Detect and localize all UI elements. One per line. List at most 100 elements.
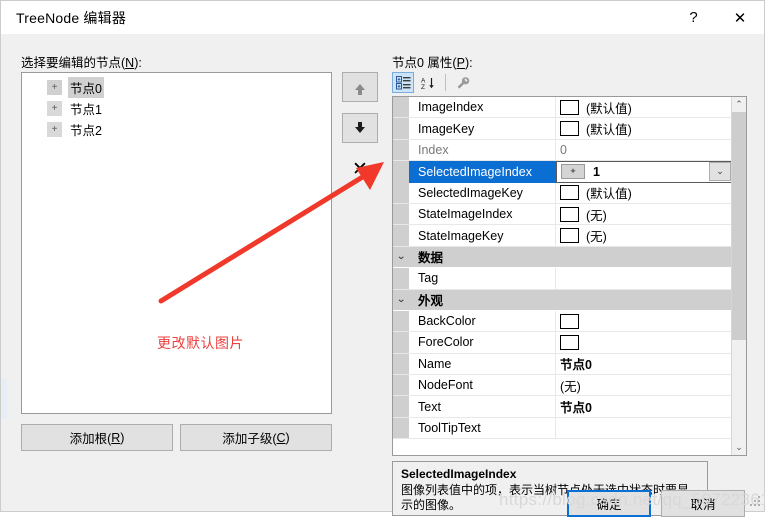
row-gutter [393, 375, 409, 396]
description-title: SelectedImageIndex [401, 467, 517, 481]
property-value-cell[interactable] [556, 311, 732, 331]
property-row-forecolor[interactable]: ForeColor [393, 332, 732, 354]
tree-node-2[interactable]: + 节点2 [47, 119, 331, 140]
tree-node-label: 节点2 [70, 124, 102, 138]
property-value-cell[interactable]: (无) [556, 225, 732, 245]
property-row-text[interactable]: Text 节点0 [393, 396, 732, 418]
property-name: Index [409, 139, 556, 161]
category-name: 数据 [409, 246, 732, 268]
title-bar-buttons: ? ✕ [671, 1, 764, 34]
property-category-data[interactable]: ⌄ 数据 [393, 246, 732, 269]
property-row-selectedimagekey[interactable]: SelectedImageKey (默认值) [393, 182, 732, 204]
property-value-cell[interactable] [556, 332, 732, 352]
wrench-properties-icon[interactable] [452, 72, 474, 93]
category-name: 外观 [409, 289, 732, 310]
property-row-stateimageindex[interactable]: StateImageIndex (无) [393, 203, 732, 226]
property-value: 节点0 [560, 358, 592, 373]
property-value-cell[interactable]: (默认值) [556, 183, 732, 203]
tree-node-0[interactable]: + 节点0 [47, 77, 331, 98]
color-swatch-icon [560, 334, 579, 350]
chevron-down-icon: ⌄ [395, 294, 407, 306]
property-row-selectedimageindex[interactable]: SelectedImageIndex ✦ 1 ⌄ [393, 161, 732, 183]
property-value: 0 [560, 142, 567, 157]
tree-node-label: 节点0 [68, 77, 104, 98]
move-up-button[interactable] [342, 72, 378, 102]
x-delete-icon: ✕ [352, 158, 368, 180]
property-value-cell[interactable] [556, 268, 732, 288]
scrollbar-thumb[interactable] [732, 112, 746, 340]
property-value-cell[interactable]: (默认值) [556, 118, 732, 138]
property-value: (默认值) [586, 123, 632, 138]
property-value-cell[interactable] [556, 418, 732, 438]
node-treeview[interactable]: + 节点0 + 节点1 + 节点2 [21, 72, 332, 414]
help-button[interactable]: ? [671, 1, 716, 34]
property-name: ForeColor [409, 332, 556, 353]
property-row-tag[interactable]: Tag [393, 268, 732, 290]
expander-plus-icon[interactable]: + [47, 80, 62, 95]
property-value: (无) [586, 230, 607, 245]
expander-plus-icon[interactable]: + [47, 122, 62, 137]
property-value-cell[interactable]: 节点0 [556, 396, 732, 416]
property-value: (默认值) [586, 101, 632, 116]
chevron-down-icon[interactable]: ⌄ [709, 162, 731, 182]
title-bar: TreeNode 编辑器 ? ✕ [1, 1, 764, 34]
image-swatch-icon [560, 185, 579, 201]
property-row-tooltiptext[interactable]: ToolTipText [393, 417, 732, 440]
row-gutter [393, 139, 409, 161]
image-swatch-icon [560, 206, 579, 222]
property-row-imageindex[interactable]: ImageIndex (默认值) [393, 97, 732, 119]
property-name: StateImageIndex [409, 203, 556, 225]
category-toggle[interactable]: ⌄ [393, 246, 409, 268]
categorized-view-icon[interactable] [392, 72, 414, 93]
property-row-imagekey[interactable]: ImageKey (默认值) [393, 118, 732, 140]
resize-grip-icon[interactable] [749, 496, 761, 508]
scroll-down-button[interactable]: ⌄ [732, 440, 746, 455]
property-name: Tag [409, 268, 556, 289]
add-child-button[interactable]: 添加子级(C) [180, 424, 332, 451]
property-value-cell[interactable]: (无) [556, 204, 732, 224]
property-value-cell[interactable]: (默认值) [556, 97, 732, 117]
select-nodes-accel: N [125, 56, 135, 70]
row-gutter [393, 118, 409, 139]
property-value-cell: 0 [556, 140, 732, 160]
image-swatch-icon [560, 99, 579, 115]
property-grid-toolbar: A Z [392, 71, 747, 94]
row-gutter [393, 225, 409, 246]
arrow-up-icon [355, 84, 365, 95]
watermark-text: https://blog.csdn.net/qq_50722361 [499, 490, 765, 509]
property-row-nodefont[interactable]: NodeFont (无) [393, 375, 732, 397]
delete-node-button[interactable]: ✕ [342, 154, 378, 184]
property-value-cell[interactable]: (无) [556, 375, 732, 395]
property-category-appearance[interactable]: ⌄ 外观 [393, 289, 732, 311]
property-value: (无) [586, 208, 607, 223]
property-grid-scrollbar[interactable]: ⌃ ⌄ [731, 97, 746, 455]
row-gutter [393, 310, 409, 332]
expander-plus-icon[interactable]: + [47, 101, 62, 116]
row-gutter [393, 417, 409, 439]
property-row-stateimagekey[interactable]: StateImageKey (无) [393, 225, 732, 247]
property-name: ImageKey [409, 118, 556, 139]
alphabetical-sort-icon[interactable]: A Z [417, 72, 439, 93]
tree-node-label: 节点1 [70, 103, 102, 117]
close-button[interactable]: ✕ [716, 1, 764, 34]
scroll-up-button[interactable]: ⌃ [732, 97, 746, 112]
node-properties-label: 节点0 属性(P): [392, 56, 473, 70]
tree-node-1[interactable]: + 节点1 [47, 98, 331, 119]
image-picker-icon[interactable]: ✦ [561, 164, 585, 180]
color-swatch-icon [560, 313, 579, 329]
image-swatch-icon [560, 121, 579, 137]
property-row-index[interactable]: Index 0 [393, 139, 732, 162]
row-gutter [393, 161, 409, 183]
window-title: TreeNode 编辑器 [16, 9, 127, 26]
property-grid[interactable]: ImageIndex (默认值) ImageKey (默认值) Index 0 … [392, 96, 747, 456]
property-value-editor[interactable]: ✦ 1 ⌄ [556, 161, 732, 183]
property-name: NodeFont [409, 375, 556, 396]
category-toggle[interactable]: ⌄ [393, 289, 409, 310]
property-row-backcolor[interactable]: BackColor [393, 310, 732, 333]
row-gutter [393, 353, 409, 375]
move-down-button[interactable] [342, 113, 378, 143]
property-value: 节点0 [560, 401, 592, 416]
property-row-name[interactable]: Name 节点0 [393, 353, 732, 376]
property-value-cell[interactable]: 节点0 [556, 354, 732, 374]
add-root-button[interactable]: 添加根(R) [21, 424, 173, 451]
